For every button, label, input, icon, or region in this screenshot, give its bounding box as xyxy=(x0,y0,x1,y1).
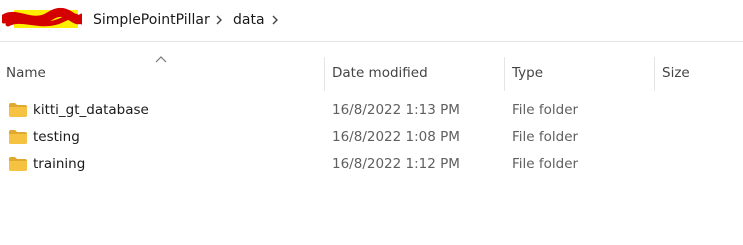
toolbar-divider xyxy=(0,41,743,42)
file-date-modified: 16/8/2022 1:12 PM xyxy=(332,156,460,172)
column-header-name[interactable]: Name xyxy=(6,64,46,82)
column-resize-handle[interactable] xyxy=(504,57,505,91)
file-date-modified: 16/8/2022 1:13 PM xyxy=(332,102,460,118)
column-resize-handle[interactable] xyxy=(654,57,655,91)
file-date-modified: 16/8/2022 1:08 PM xyxy=(332,129,460,145)
file-list-empty-area[interactable] xyxy=(0,180,743,245)
sort-ascending-icon xyxy=(155,56,167,63)
column-resize-handle[interactable] xyxy=(324,57,325,91)
address-bar[interactable]: SimplePointPillar data xyxy=(0,0,743,40)
folder-icon xyxy=(9,103,27,117)
file-name: kitti_gt_database xyxy=(33,102,149,118)
column-header-date-modified[interactable]: Date modified xyxy=(332,64,428,82)
folder-icon xyxy=(9,157,27,171)
file-type: File folder xyxy=(512,156,579,172)
breadcrumb-item-data[interactable]: data xyxy=(233,10,265,30)
column-header-size[interactable]: Size xyxy=(662,64,690,82)
file-list-row[interactable]: training 16/8/2022 1:12 PM File folder xyxy=(0,151,743,178)
folder-icon xyxy=(9,130,27,144)
breadcrumb-item-simplepointpillar[interactable]: SimplePointPillar xyxy=(93,10,210,30)
file-type: File folder xyxy=(512,102,579,118)
column-header-type[interactable]: Type xyxy=(512,64,543,82)
file-list-row[interactable]: kitti_gt_database 16/8/2022 1:13 PM File… xyxy=(0,97,743,124)
chevron-right-icon[interactable] xyxy=(268,11,282,29)
file-name: testing xyxy=(33,129,80,145)
chevron-right-icon[interactable] xyxy=(212,11,226,29)
file-name: training xyxy=(33,156,86,172)
file-type: File folder xyxy=(512,129,579,145)
file-list-row[interactable]: testing 16/8/2022 1:08 PM File folder xyxy=(0,124,743,151)
redacted-path-segment xyxy=(2,7,82,28)
